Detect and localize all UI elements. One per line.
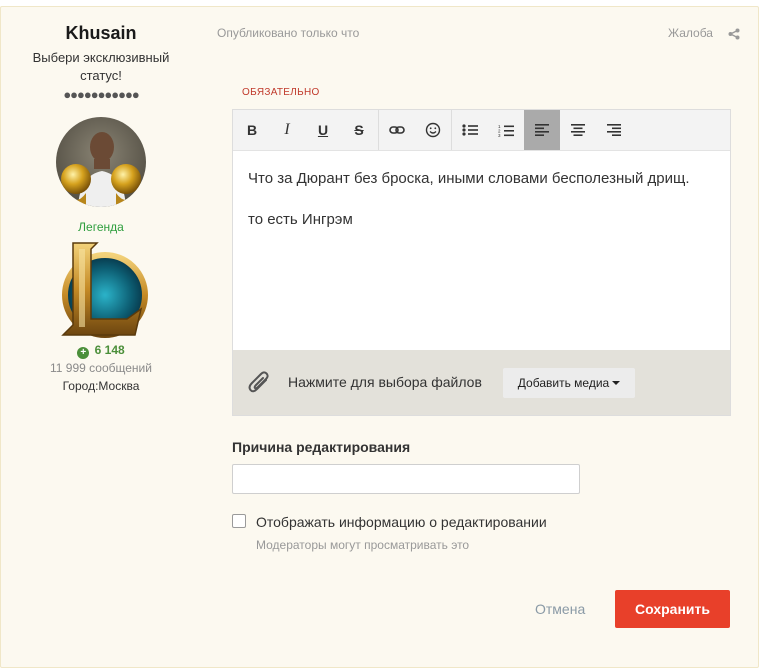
save-button[interactable]: Сохранить — [615, 590, 730, 628]
reputation: + 6 148 — [1, 343, 201, 359]
show-edit-checkbox[interactable] — [232, 514, 246, 528]
emoji-button[interactable] — [415, 110, 451, 150]
plus-circle-icon: + — [77, 347, 90, 359]
align-right-icon — [607, 124, 621, 136]
show-edit-label[interactable]: Отображать информацию о редактировании — [256, 514, 547, 530]
italic-icon: I — [284, 121, 290, 138]
avatar-image-icon — [56, 117, 146, 207]
author-rating-dots: ●●●●●●●●●●● — [63, 87, 139, 102]
underline-button[interactable]: U — [305, 110, 341, 150]
report-link[interactable]: Жалоба — [668, 26, 713, 40]
caret-down-icon — [612, 381, 621, 385]
strikethrough-button[interactable]: S — [341, 110, 377, 150]
bulleted-list-button[interactable] — [452, 110, 488, 150]
author-city: Город:Москва — [62, 379, 140, 393]
add-media-button[interactable]: Добавить медиа — [503, 368, 635, 398]
reputation-value: 6 148 — [94, 343, 125, 357]
published-time: Опубликовано только что — [217, 26, 360, 40]
underline-icon: U — [317, 122, 329, 138]
share-icon[interactable] — [728, 27, 740, 40]
link-icon — [389, 126, 405, 134]
svg-text:3: 3 — [498, 133, 501, 137]
avatar[interactable] — [56, 117, 146, 207]
cancel-button[interactable]: Отмена — [535, 601, 585, 617]
edit-reason-input[interactable] — [232, 464, 580, 494]
bold-button[interactable]: B — [234, 110, 270, 150]
align-center-button[interactable] — [560, 110, 596, 150]
edit-reason-label: Причина редактирования — [232, 439, 411, 455]
align-left-icon — [535, 124, 549, 136]
smile-icon — [425, 122, 441, 138]
numbered-list-button[interactable]: 1 2 3 — [488, 110, 524, 150]
rank-badge-icon — [53, 239, 149, 343]
bulleted-list-icon — [462, 124, 478, 136]
editor-paragraph: Что за Дюрант без броска, иными словами … — [248, 170, 690, 187]
post-card: Khusain Выбери эксклюзивный статус! ●●●●… — [0, 6, 759, 668]
align-right-button[interactable] — [596, 110, 632, 150]
align-center-icon — [571, 124, 585, 136]
editor-paragraph: то есть Ингрэм — [248, 211, 353, 228]
posts-count: 11 999 сообщений — [50, 361, 152, 375]
required-label: ОБЯЗАТЕЛЬНО — [242, 87, 320, 98]
add-media-label: Добавить медиа — [517, 376, 610, 390]
strikethrough-icon: S — [354, 122, 364, 138]
link-button[interactable] — [379, 110, 415, 150]
editor-toolbar: B I U S 1 2 3 — [233, 110, 730, 151]
italic-button[interactable]: I — [269, 110, 305, 150]
rank-title: Легенда — [78, 220, 124, 234]
author-name[interactable]: Khusain — [1, 23, 201, 44]
paperclip-icon — [248, 371, 269, 393]
bold-icon: B — [246, 122, 258, 138]
numbered-list-icon: 1 2 3 — [498, 124, 514, 137]
author-status: Выбери эксклюзивный статус! — [32, 50, 170, 83]
align-left-button[interactable] — [524, 110, 560, 150]
show-edit-hint: Модераторы могут просматривать это — [256, 538, 470, 552]
editor-content[interactable]: Что за Дюрант без броска, иными словами … — [248, 166, 708, 248]
attach-files-text[interactable]: Нажмите для выбора файлов — [288, 374, 482, 390]
rich-text-editor: B I U S 1 2 3 Что за Дюрант без броска, … — [232, 109, 731, 416]
attachment-area[interactable]: Нажмите для выбора файлов Добавить медиа — [233, 350, 730, 415]
